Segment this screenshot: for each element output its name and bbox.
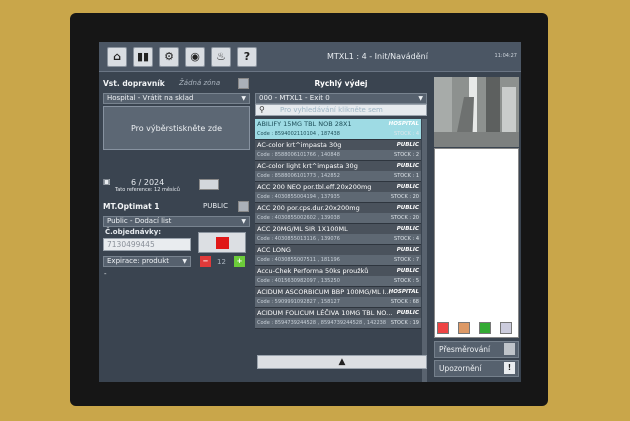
scroll-up-button[interactable]: ▲	[257, 355, 427, 369]
product-stock: STOCK : 4	[394, 236, 419, 242]
product-stock: STOCK : 5	[394, 278, 419, 284]
print-icon[interactable]	[458, 322, 470, 334]
eye-icon[interactable]: ◉	[185, 47, 205, 67]
minus-button[interactable]: −	[200, 256, 211, 267]
chevron-down-icon: ▼	[418, 95, 423, 102]
product-row[interactable]: ABILIFY 15MG TBL NOB 28X1 HOSPITAL Code : …	[255, 119, 421, 140]
product-stock: STOCK : 19	[390, 320, 419, 326]
search-placeholder: Pro vyhledávání klikněte sem	[280, 106, 383, 114]
app-screen: ⌂ ▮▮ ⚙ ◉ ♨ ? MTXL1 : 4 - Init/Navádění 1…	[99, 42, 521, 382]
doc-type-value: Public - Dodací list	[107, 217, 172, 225]
product-list: ABILIFY 15MG TBL NOB 28X1 HOSPITAL Code : …	[255, 119, 421, 329]
bulb-icon[interactable]: ♨	[211, 47, 231, 67]
zone-value: Žádná zóna	[179, 79, 221, 87]
order-number-field[interactable]: 7130499445	[103, 238, 191, 251]
counter-value: 12	[217, 258, 226, 266]
select-area-button[interactable]: Pro výběrstiskněte zde	[103, 106, 250, 150]
search-input[interactable]: ⚲ Pro vyhledávání klikněte sem	[255, 104, 427, 116]
gear-icon[interactable]: ⚙	[159, 47, 179, 67]
product-stock: STOCK : 4	[394, 131, 419, 137]
date-value: 6 / 2024	[131, 178, 165, 187]
date-picker-button[interactable]	[199, 179, 219, 190]
product-row[interactable]: ACIDUM ASCORBICUM BBP 100MG/ML I... HOSPI…	[255, 287, 421, 308]
zoom-icon[interactable]	[500, 322, 512, 334]
product-badge: PUBLIC	[396, 184, 419, 190]
package-icon[interactable]	[479, 322, 491, 334]
optimat-grid-icon[interactable]	[238, 201, 249, 212]
product-row[interactable]: AC-color krt^impasta 30g PUBLIC Code : 858…	[255, 140, 421, 161]
product-row[interactable]: AC-color light krt^impasta 30g PUBLIC Code…	[255, 161, 421, 182]
carrier-label: Vst. dopravník	[103, 79, 165, 88]
dash-text: -	[104, 270, 107, 278]
product-badge: PUBLIC	[396, 226, 419, 232]
redirect-label: Přesměrování	[439, 345, 491, 354]
quick-dispense-header: Rychlý výdej	[314, 79, 368, 88]
product-badge: HOSPITAL	[388, 289, 419, 295]
exit-select-value: 000 - MTXL1 - Exit 0	[259, 94, 330, 102]
chevron-down-icon: ▼	[241, 218, 246, 225]
product-row[interactable]: Accu-Chek Performa 50ks proužků PUBLIC Cod…	[255, 266, 421, 287]
product-stock: STOCK : 20	[390, 194, 419, 200]
alerts-button[interactable]: Upozornění !	[434, 360, 519, 377]
record-button[interactable]	[198, 232, 246, 253]
camera-image	[434, 77, 519, 147]
chevron-down-icon: ▼	[241, 95, 246, 102]
home-icon[interactable]: ⌂	[107, 47, 127, 67]
product-badge: PUBLIC	[396, 247, 419, 253]
product-row[interactable]: ACC 200 por.cps.dur.20x200mg PUBLIC Code :…	[255, 203, 421, 224]
mode-select[interactable]: Hospital - Vrátit na sklad ▼	[103, 93, 250, 104]
product-stock: STOCK : 20	[390, 215, 419, 221]
list-scrollbar[interactable]	[422, 119, 427, 382]
delete-icon[interactable]	[437, 322, 449, 334]
product-row[interactable]: ACC 200 NEO por.tbl.eff.20x200mg PUBLIC Co…	[255, 182, 421, 203]
top-toolbar: ⌂ ▮▮ ⚙ ◉ ♨ ? MTXL1 : 4 - Init/Navádění 1…	[99, 42, 521, 72]
zone-grid-icon[interactable]	[238, 78, 249, 89]
optimat-value: PUBLIC	[203, 202, 228, 210]
plus-button[interactable]: +	[234, 256, 245, 267]
date-reference: Tato reference: 12 měsíců	[115, 187, 180, 193]
clock: 11:04:27	[494, 53, 517, 59]
doc-type-select[interactable]: Public - Dodací list ▼	[103, 216, 250, 227]
product-badge: PUBLIC	[396, 142, 419, 148]
alert-icon: !	[504, 362, 515, 374]
expiry-select[interactable]: Expirace: produkt ▼	[103, 256, 191, 267]
product-badge: HOSPITAL	[388, 121, 419, 127]
window-title: MTXL1 : 4 - Init/Navádění	[327, 52, 428, 61]
right-panel	[434, 148, 519, 338]
order-label: Č.objednávky:	[105, 228, 162, 236]
product-row[interactable]: ACC LONG PUBLIC Code : 4030855007511 , 181…	[255, 245, 421, 266]
chevron-down-icon: ▼	[182, 258, 187, 265]
calendar-icon: ▣	[103, 177, 111, 186]
redirect-button[interactable]: Přesměrování	[434, 341, 519, 358]
product-badge: PUBLIC	[396, 205, 419, 211]
product-row[interactable]: ACC 20MG/ML SIR 1X100ML PUBLIC Code : 4030…	[255, 224, 421, 245]
product-badge: PUBLIC	[396, 268, 419, 274]
product-stock: STOCK : 68	[390, 299, 419, 305]
help-icon[interactable]: ?	[237, 47, 257, 67]
camera-view	[434, 77, 519, 147]
search-icon: ⚲	[259, 105, 265, 114]
optimat-label: MT.Optimat 1	[103, 202, 160, 211]
alerts-label: Upozornění	[439, 364, 482, 373]
trash-icon	[504, 343, 515, 355]
product-row[interactable]: ACIDUM FOLICUM LÉČIVA 10MG TBL NO... PUBL…	[255, 308, 421, 329]
product-stock: STOCK : 7	[394, 257, 419, 263]
product-stock: STOCK : 1	[394, 173, 419, 179]
product-badge: PUBLIC	[396, 163, 419, 169]
panels-icon[interactable]: ▮▮	[133, 47, 153, 67]
expiry-select-value: Expirace: produkt	[107, 257, 169, 265]
product-badge: PUBLIC	[396, 310, 419, 316]
record-icon	[216, 237, 229, 249]
product-stock: STOCK : 2	[394, 152, 419, 158]
exit-select[interactable]: 000 - MTXL1 - Exit 0 ▼	[255, 93, 427, 104]
mode-select-value: Hospital - Vrátit na sklad	[107, 94, 194, 102]
